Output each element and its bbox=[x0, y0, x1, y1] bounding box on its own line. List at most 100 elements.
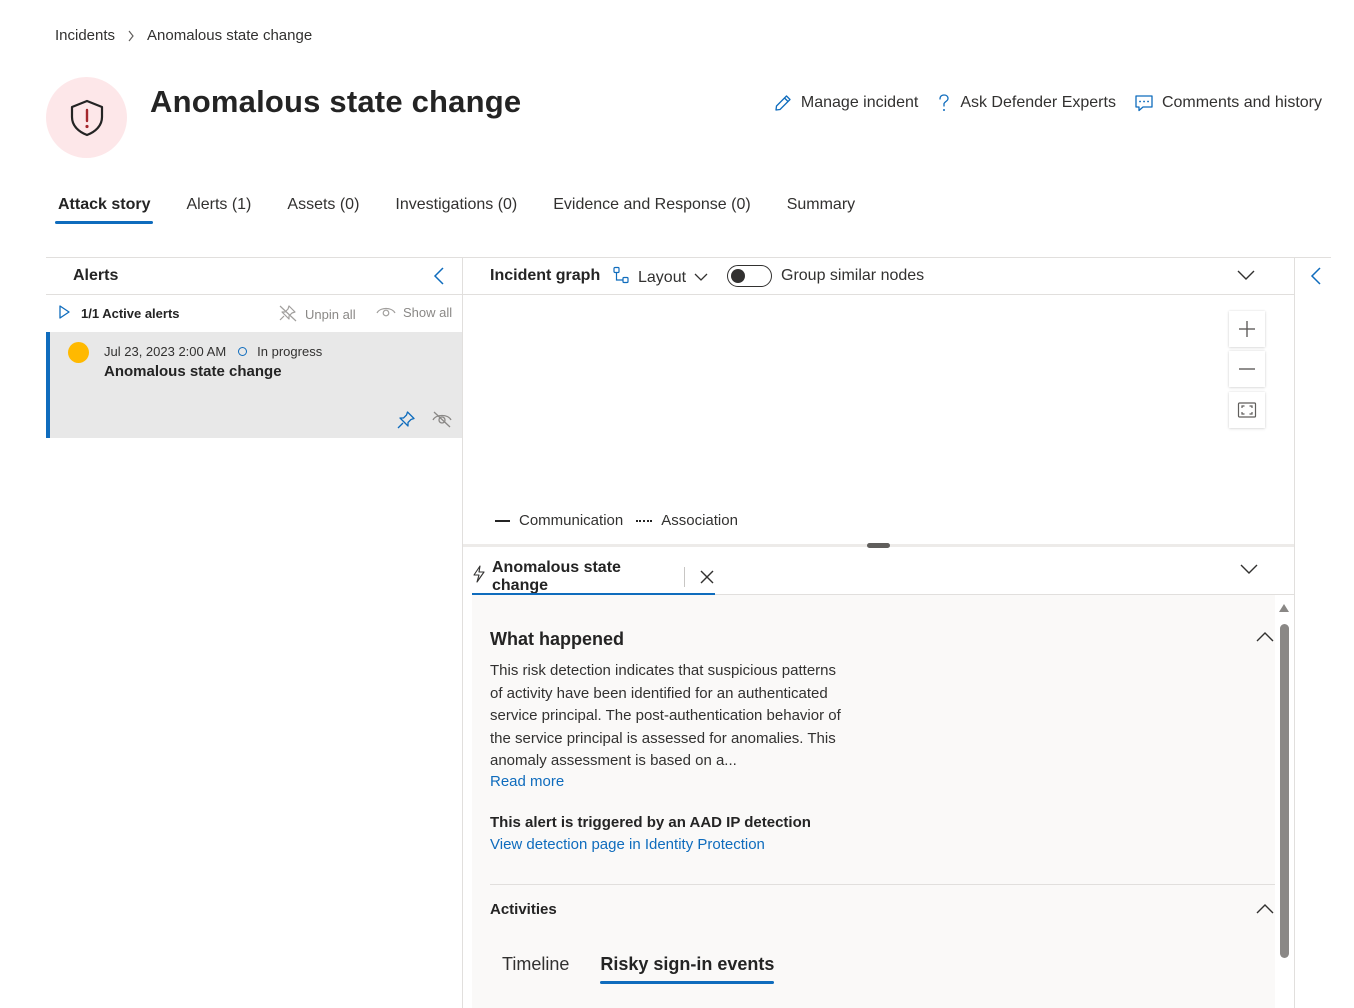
layout-icon bbox=[612, 266, 630, 289]
chevron-right-icon bbox=[127, 30, 135, 42]
page-title: Anomalous state change bbox=[150, 84, 522, 119]
incident-tabs: Attack story Alerts (1) Assets (0) Inves… bbox=[55, 196, 888, 224]
communication-line-icon bbox=[495, 519, 510, 522]
scroll-up-arrow[interactable] bbox=[1279, 604, 1289, 612]
ask-defender-experts-button[interactable]: Ask Defender Experts bbox=[936, 93, 1116, 113]
unpin-icon bbox=[278, 304, 298, 325]
status-ring-icon bbox=[238, 347, 248, 356]
tab-assets[interactable]: Assets (0) bbox=[284, 196, 362, 224]
collapse-activities-button[interactable] bbox=[1256, 902, 1274, 920]
trigger-text: This alert is triggered by an AAD IP det… bbox=[490, 814, 811, 831]
unpin-all-label: Unpin all bbox=[305, 307, 356, 322]
description-line: anomaly assessment is based on a... bbox=[490, 752, 737, 770]
chevron-left-icon bbox=[1310, 267, 1321, 285]
ask-defender-experts-label: Ask Defender Experts bbox=[960, 94, 1116, 111]
pencil-icon bbox=[773, 93, 793, 113]
collapse-graph-button[interactable] bbox=[1237, 268, 1255, 286]
alerts-header-divider bbox=[46, 294, 462, 295]
active-alerts-label: 1/1 Active alerts bbox=[81, 306, 180, 321]
manage-incident-button[interactable]: Manage incident bbox=[773, 93, 918, 113]
chevron-up-icon bbox=[1256, 632, 1274, 642]
close-tab-button[interactable] bbox=[699, 569, 715, 585]
association-line-icon bbox=[636, 519, 653, 522]
panel-top-divider bbox=[46, 257, 1331, 258]
question-icon bbox=[936, 93, 952, 113]
tab-summary[interactable]: Summary bbox=[784, 196, 858, 224]
legend-association: Association bbox=[661, 512, 738, 529]
manage-incident-label: Manage incident bbox=[800, 94, 919, 111]
collapse-right-panel-button[interactable] bbox=[1309, 266, 1325, 291]
graph-panel-divider bbox=[1294, 257, 1295, 1008]
toggle-knob bbox=[731, 269, 745, 283]
section-divider bbox=[490, 884, 1275, 885]
comment-icon bbox=[1134, 93, 1154, 113]
severity-indicator bbox=[68, 342, 89, 363]
tab-timeline[interactable]: Timeline bbox=[502, 954, 569, 984]
splitter-handle[interactable] bbox=[867, 543, 890, 548]
plus-icon bbox=[1239, 321, 1255, 337]
alert-meta: Jul 23, 2023 2:00 AM In progress bbox=[104, 344, 322, 359]
group-similar-nodes-toggle[interactable] bbox=[727, 265, 772, 287]
pin-icon bbox=[397, 411, 415, 429]
show-all-label: Show all bbox=[403, 305, 453, 320]
pin-alert-button[interactable] bbox=[396, 410, 416, 435]
chevron-down-icon bbox=[1240, 564, 1258, 574]
activities-tabs: Timeline Risky sign-in events bbox=[502, 954, 775, 984]
group-similar-nodes-label: Group similar nodes bbox=[781, 267, 925, 284]
description-line: the service principal is assessed for an… bbox=[490, 729, 836, 747]
what-happened-description: This risk detection indicates that suspi… bbox=[490, 660, 870, 773]
collapse-what-happened-button[interactable] bbox=[1256, 630, 1274, 648]
comments-history-button[interactable]: Comments and history bbox=[1134, 93, 1322, 113]
breadcrumb-incidents-link[interactable]: Incidents bbox=[55, 27, 115, 44]
read-more-link[interactable]: Read more bbox=[490, 773, 564, 790]
close-icon bbox=[700, 570, 714, 583]
tab-investigations[interactable]: Investigations (0) bbox=[392, 196, 520, 224]
tab-alerts[interactable]: Alerts (1) bbox=[183, 196, 254, 224]
breadcrumb-current: Anomalous state change bbox=[147, 27, 313, 44]
chevron-down-icon bbox=[1237, 270, 1255, 280]
tab-risky-sign-in-events[interactable]: Risky sign-in events bbox=[600, 954, 775, 984]
unpin-all-button[interactable]: Unpin all bbox=[278, 304, 356, 325]
collapse-detail-button[interactable] bbox=[1240, 562, 1258, 580]
collapse-alerts-button[interactable] bbox=[431, 266, 449, 291]
play-triangle-icon bbox=[57, 304, 71, 323]
scrollbar-thumb[interactable] bbox=[1280, 624, 1289, 958]
alert-status: In progress bbox=[257, 344, 323, 359]
what-happened-title: What happened bbox=[490, 629, 624, 649]
eye-icon bbox=[376, 304, 396, 321]
description-line: This risk detection indicates that suspi… bbox=[490, 662, 837, 679]
minus-icon bbox=[1239, 368, 1255, 370]
tab-attack-story[interactable]: Attack story bbox=[55, 196, 154, 224]
fit-to-screen-button[interactable] bbox=[1229, 392, 1265, 428]
detail-tab-label: Anomalous state change bbox=[492, 558, 621, 594]
hide-alert-button[interactable] bbox=[431, 410, 453, 433]
tab-divider bbox=[684, 566, 685, 587]
show-all-button[interactable]: Show all bbox=[376, 304, 452, 321]
shield-alert-icon bbox=[46, 77, 127, 158]
eye-off-icon bbox=[432, 411, 452, 428]
detail-tab-anomalous-state-change[interactable]: Anomalous state change bbox=[472, 558, 715, 595]
active-alerts-toggle[interactable]: 1/1 Active alerts bbox=[57, 304, 180, 323]
alert-date: Jul 23, 2023 2:00 AM bbox=[104, 344, 227, 359]
comments-history-label: Comments and history bbox=[1161, 94, 1322, 111]
incident-graph-title: Incident graph bbox=[490, 267, 601, 284]
breadcrumb: Incidents Anomalous state change bbox=[55, 27, 312, 44]
layout-label: Layout bbox=[638, 268, 687, 286]
alerts-panel-divider bbox=[462, 257, 463, 1008]
zoom-out-button[interactable] bbox=[1229, 351, 1265, 387]
description-line: service principal. The post-authenticati… bbox=[490, 707, 841, 725]
detail-body bbox=[472, 595, 1275, 1008]
activities-title: Activities bbox=[490, 901, 557, 918]
fit-screen-icon bbox=[1237, 402, 1257, 418]
description-line: of activity have been identified for an … bbox=[490, 684, 828, 702]
tab-evidence-response[interactable]: Evidence and Response (0) bbox=[550, 196, 753, 224]
layout-dropdown[interactable]: Layout bbox=[612, 266, 708, 289]
alert-card[interactable]: Jul 23, 2023 2:00 AM In progress Anomalo… bbox=[46, 332, 462, 438]
zoom-in-button[interactable] bbox=[1229, 311, 1265, 347]
graph-legend: Communication Association bbox=[495, 512, 738, 529]
chevron-down-icon bbox=[694, 269, 708, 287]
view-detection-page-link[interactable]: View detection page in Identity Protecti… bbox=[490, 836, 765, 853]
legend-communication: Communication bbox=[519, 512, 624, 529]
chevron-left-icon bbox=[433, 267, 444, 285]
header-actions: Manage incident Ask Defender Experts Com… bbox=[773, 93, 1322, 113]
